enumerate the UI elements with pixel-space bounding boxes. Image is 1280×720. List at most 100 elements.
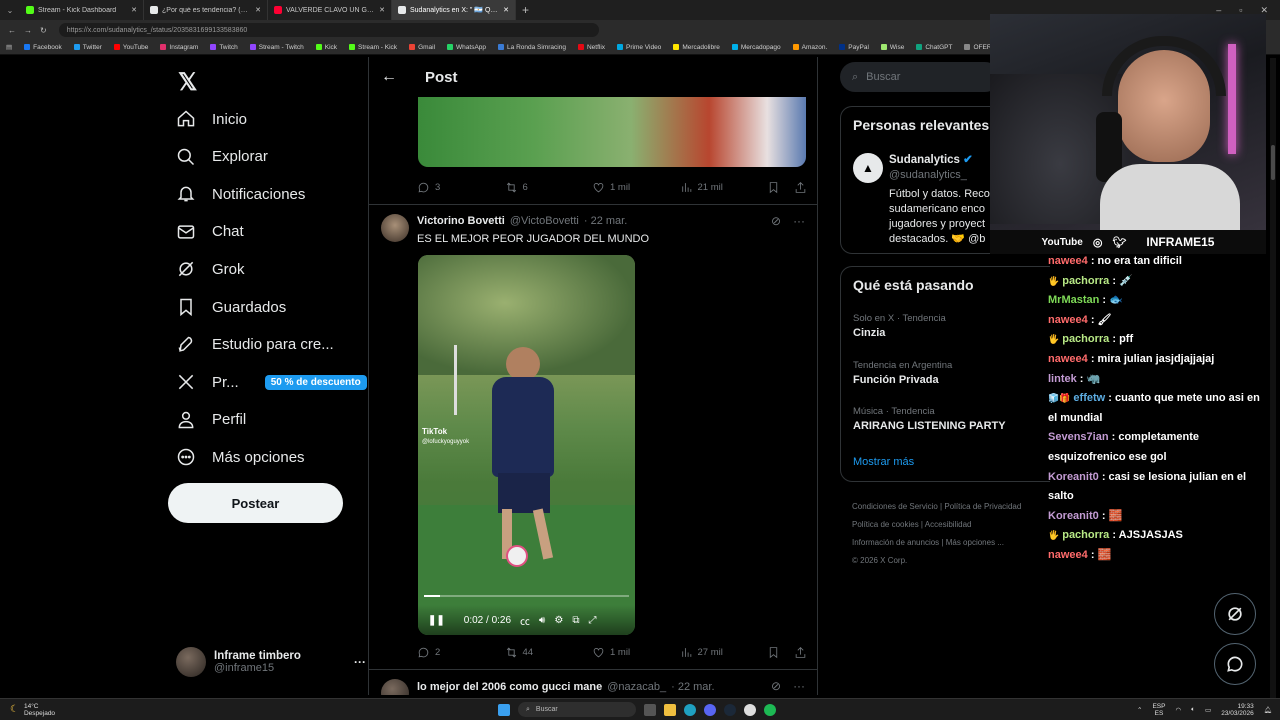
notification-bell-icon[interactable]: 🔔︎ — [1264, 706, 1272, 714]
bookmark-icon[interactable] — [767, 646, 780, 659]
url-input[interactable]: https://x.com/sudanalytics_/status/20358… — [58, 23, 599, 37]
trend-item[interactable]: Música · Tendencia ARIRANG LISTENING PART… — [853, 406, 1006, 432]
nav-item-explorar[interactable]: Explorar — [176, 142, 268, 172]
close-tab-icon[interactable]: ✕ — [379, 6, 385, 14]
x-logo-icon[interactable]: 𝕏 — [178, 68, 197, 97]
nav-item-m-s-opciones[interactable]: Más opciones — [176, 442, 305, 472]
next-reply-handle[interactable]: @nazacab_ — [607, 681, 666, 693]
nav-item-perfil[interactable]: Perfil — [176, 405, 246, 435]
bookmark-item[interactable]: Twitch — [210, 44, 238, 51]
bookmark-item[interactable]: Instagram — [160, 44, 198, 51]
bookmark-item[interactable]: Wise — [880, 44, 904, 51]
bookmark-item[interactable]: Stream - Twitch — [249, 44, 304, 51]
bookmark-item[interactable]: La Ronda Simracing — [498, 44, 566, 51]
quoted-media-image[interactable] — [418, 97, 806, 167]
reply-author-handle[interactable]: @VictoBovetti — [510, 215, 579, 227]
reload-icon[interactable]: ↻ — [40, 26, 47, 35]
bookmark-item[interactable]: Twitter — [73, 44, 102, 51]
bookmark-item[interactable]: Facebook — [24, 44, 62, 51]
sudanalytics-avatar[interactable]: ▲ — [853, 153, 883, 183]
search-box[interactable]: ⌕ Buscar — [840, 62, 1000, 92]
reply-date[interactable]: · 22 mar. — [584, 215, 627, 227]
messages-floating-button[interactable] — [1214, 643, 1256, 685]
relevant-name-row[interactable]: Sudanalytics ✔ — [889, 152, 973, 166]
reply-author-name[interactable]: Victorino Bovetti — [417, 215, 505, 227]
back-arrow-icon[interactable]: ← — [381, 68, 397, 86]
grok-floating-button[interactable] — [1214, 593, 1256, 635]
captions-icon[interactable]: ㏄ — [520, 613, 530, 628]
bookmark-item[interactable]: ChatGPT — [916, 44, 952, 51]
next-reply-avatar[interactable] — [381, 679, 409, 695]
back-nav-icon[interactable]: ← — [8, 26, 16, 35]
like-button[interactable]: 1 mil — [592, 646, 680, 659]
clock[interactable]: 19:33 23/03/2026 — [1221, 703, 1254, 717]
footer-link[interactable]: Política de cookies — [852, 520, 919, 529]
post-button[interactable]: Postear — [168, 483, 343, 523]
grok-icon[interactable]: ⊘ — [771, 214, 781, 228]
tab-search-icon[interactable]: ⌄ — [0, 6, 20, 15]
bookmark-item[interactable]: Mercadolibre — [673, 44, 720, 51]
taskbar-search[interactable]: ⌕ Buscar — [518, 702, 636, 717]
task-view-icon[interactable] — [644, 703, 656, 716]
bookmark-item[interactable]: Netflix — [577, 44, 605, 51]
weather-widget[interactable]: ☾ 14°C Despejado — [0, 703, 55, 717]
footer-link[interactable]: Política de Privacidad — [944, 502, 1021, 511]
share-icon[interactable] — [794, 646, 807, 659]
forward-nav-icon[interactable]: → — [24, 26, 32, 35]
nav-item-chat[interactable]: Chat — [176, 217, 244, 247]
reply-button[interactable]: 2 — [417, 646, 505, 659]
scrollbar-thumb[interactable] — [1271, 145, 1275, 180]
next-reply-date[interactable]: · 22 mar. — [671, 681, 714, 693]
start-icon[interactable] — [498, 703, 510, 716]
video-progress-track[interactable] — [424, 595, 629, 597]
nav-item-guardados[interactable]: Guardados — [176, 292, 286, 322]
grok-icon[interactable]: ⊘ — [771, 679, 781, 693]
bookmark-item[interactable]: Stream - Kick — [349, 44, 397, 51]
footer-link[interactable]: Información de anuncios — [852, 538, 939, 547]
discord-icon[interactable] — [704, 703, 716, 716]
pip-icon[interactable]: ⧉ — [572, 615, 579, 626]
nav-item-inicio[interactable]: Inicio — [176, 104, 247, 134]
views-button[interactable]: 27 mil — [680, 646, 768, 659]
footer-link[interactable]: Condiciones de Servicio — [852, 502, 938, 511]
reply-button[interactable]: 3 — [417, 181, 505, 194]
pause-icon[interactable]: ❚❚ — [428, 615, 445, 626]
spotify-icon[interactable] — [764, 703, 776, 716]
video-player[interactable]: TikTok @lofuckyoguyyok ❚❚ 0:02 / 0:26 ㏄ … — [418, 255, 635, 635]
browser-tab[interactable]: Sudanalytics en X: " 🇦🇷 QUÉ ✕ — [392, 0, 516, 20]
volume-icon[interactable]: 🔈︎ — [1191, 706, 1195, 714]
bookmark-item[interactable]: WhatsApp — [447, 44, 486, 51]
browser-tab[interactable]: VALVERDE CLAVÓ UN GOLAZO D✕ — [268, 0, 392, 20]
chrome-icon[interactable] — [744, 703, 756, 716]
tray-chevron-icon[interactable]: ⌃ — [1137, 706, 1142, 714]
volume-icon[interactable]: 🔊︎ — [539, 615, 545, 626]
next-reply-author-name[interactable]: lo mejor del 2006 como gucci mane — [417, 681, 602, 693]
reply-author-avatar[interactable] — [381, 214, 409, 242]
more-icon[interactable]: ··· — [354, 655, 366, 669]
edge-icon[interactable] — [684, 703, 696, 716]
bookmark-item[interactable]: Kick — [315, 44, 337, 51]
nav-item-estudio-para-cre[interactable]: Estudio para cre... — [176, 330, 334, 360]
nav-item-notificaciones[interactable]: Notificaciones — [176, 179, 305, 209]
bookmark-item[interactable]: Gmail — [409, 44, 435, 51]
wifi-icon[interactable]: ◠ — [1175, 706, 1181, 714]
like-button[interactable]: 1 mil — [592, 181, 680, 194]
more-icon[interactable]: ··· — [793, 679, 805, 693]
settings-icon[interactable]: ⚙ — [554, 615, 563, 626]
account-switcher[interactable]: Inframe timbero @inframe15 ··· — [176, 642, 366, 682]
bookmark-item[interactable]: Mercadopago — [731, 44, 781, 51]
bookmark-item[interactable]: YouTube — [113, 44, 148, 51]
close-tab-icon[interactable]: ✕ — [503, 6, 509, 14]
promo-badge[interactable]: 50 % de descuento — [264, 374, 367, 390]
close-tab-icon[interactable]: ✕ — [131, 6, 137, 14]
nav-item-grok[interactable]: Grok — [176, 254, 245, 284]
close-tab-icon[interactable]: ✕ — [255, 6, 261, 14]
file-explorer-icon[interactable] — [664, 703, 676, 716]
more-icon[interactable]: ··· — [793, 214, 805, 228]
bookmark-item[interactable]: Amazon. — [792, 44, 827, 51]
steam-icon[interactable] — [724, 703, 736, 716]
relevant-handle[interactable]: @sudanalytics_ — [889, 169, 967, 181]
battery-icon[interactable]: ▭ — [1205, 706, 1211, 714]
nav-item-pr[interactable]: Pr... 50 % de descuento — [176, 367, 367, 397]
browser-tab[interactable]: ¿Por qué es tendencia? (@porque ✕ — [144, 0, 268, 20]
